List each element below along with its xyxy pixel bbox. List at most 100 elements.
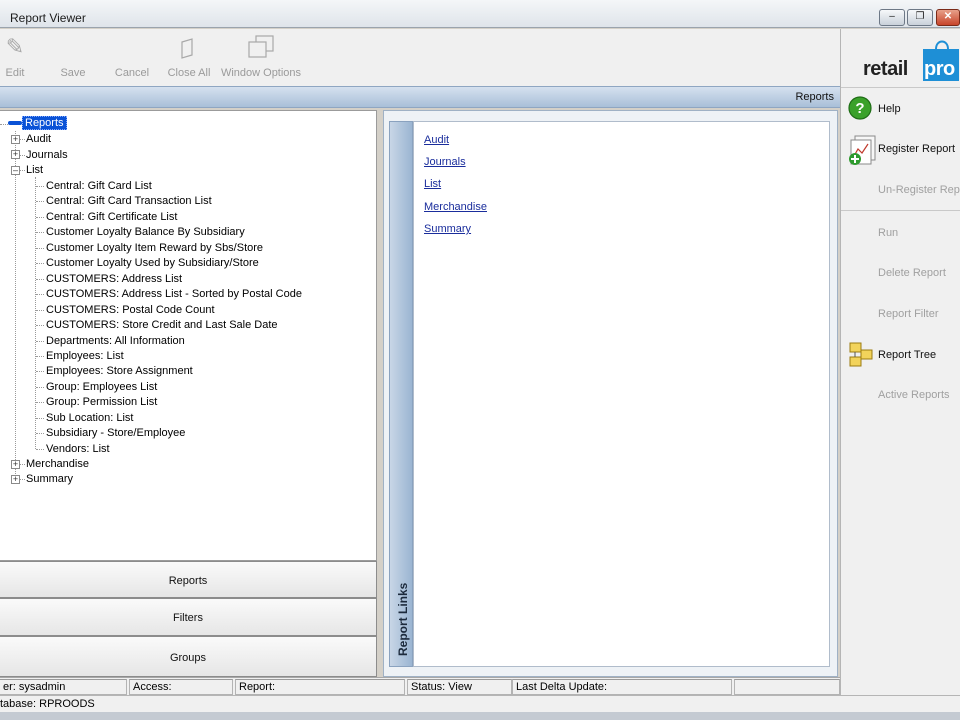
- collapse-icon[interactable]: –: [11, 166, 20, 175]
- tree-report-item[interactable]: Customer Loyalty Item Reward by Sbs/Stor…: [46, 242, 263, 255]
- register-report-icon: [849, 135, 876, 165]
- tree-node-merchandise[interactable]: Merchandise: [26, 458, 89, 471]
- tree-connector: [0, 124, 8, 125]
- link-audit[interactable]: Audit: [424, 134, 449, 146]
- active-reports-button[interactable]: Active Reports: [878, 389, 950, 401]
- minimize-button[interactable]: –: [879, 9, 905, 26]
- tree-node-summary[interactable]: Summary: [26, 473, 73, 486]
- window-options-label: Window Options: [220, 67, 302, 79]
- save-button[interactable]: Save: [53, 29, 93, 86]
- help-button[interactable]: Help: [878, 103, 901, 115]
- status-user: er: sysadmin: [0, 679, 127, 695]
- restore-icon: ❐: [915, 11, 925, 22]
- status-report: Report:: [235, 679, 405, 695]
- tree-connector: [36, 418, 44, 419]
- restore-button[interactable]: ❐: [907, 9, 933, 26]
- reports-nav-button[interactable]: Reports: [0, 561, 377, 598]
- tree-connector: [20, 170, 25, 171]
- report-links-title: Report Links: [396, 582, 410, 656]
- status-database: tabase: RPROODS: [0, 698, 95, 710]
- tree-report-item[interactable]: CUSTOMERS: Address List - Sorted by Post…: [46, 288, 302, 301]
- tree-connector: [36, 356, 44, 357]
- unregister-report-button[interactable]: Un-Register Repo: [878, 184, 960, 196]
- tree-connector: [36, 217, 44, 218]
- tree-connector: [36, 201, 44, 202]
- tree-connector: [36, 449, 44, 450]
- edit-icon: ✎: [5, 34, 25, 59]
- delete-report-button[interactable]: Delete Report: [878, 267, 946, 279]
- retailpro-logo: retail pro: [863, 35, 959, 85]
- tree-connector: [36, 341, 44, 342]
- close-all-label: Close All: [167, 67, 211, 79]
- tree-report-item[interactable]: Employees: Store Assignment: [46, 365, 193, 378]
- register-report-button[interactable]: Register Report: [878, 143, 955, 155]
- expand-icon[interactable]: +: [11, 460, 20, 469]
- tree-connector: [36, 402, 44, 403]
- tree-connector: [36, 433, 44, 434]
- tree-report-item[interactable]: Departments: All Information: [46, 335, 185, 348]
- actions-panel: retail pro ? Help Register Report Un-Reg…: [840, 29, 960, 695]
- tree-report-item[interactable]: CUSTOMERS: Postal Code Count: [46, 304, 215, 317]
- status-view: Status: View: [407, 679, 512, 695]
- reports-header-title: Reports: [795, 91, 834, 103]
- report-tree-panel[interactable]: Reports + Audit + Journals – List Centra…: [0, 110, 377, 561]
- edit-button[interactable]: ✎ Edit: [0, 29, 30, 86]
- cancel-label: Cancel: [114, 67, 150, 79]
- cancel-button[interactable]: Cancel: [110, 29, 154, 86]
- tree-node-audit[interactable]: Audit: [26, 133, 51, 146]
- status-access: Access:: [129, 679, 233, 695]
- tree-report-item[interactable]: Customer Loyalty Balance By Subsidiary: [46, 226, 245, 239]
- tree-node-journals[interactable]: Journals: [26, 149, 68, 162]
- link-list[interactable]: List: [424, 178, 441, 190]
- tree-connector: [36, 232, 44, 233]
- link-journals[interactable]: Journals: [424, 156, 466, 168]
- tree-report-item[interactable]: Subsidiary - Store/Employee: [46, 427, 185, 440]
- filters-nav-label: Filters: [173, 612, 203, 624]
- expand-icon[interactable]: +: [11, 135, 20, 144]
- toolbar: ✎ Edit Save Cancel Close All Window Opti…: [0, 29, 840, 86]
- report-links-list: Audit Journals List Merchandise Summary: [413, 121, 830, 667]
- groups-nav-button[interactable]: Groups: [0, 636, 377, 677]
- separator: [841, 210, 960, 211]
- tree-report-item[interactable]: Central: Gift Card Transaction List: [46, 195, 212, 208]
- tree-connector: [20, 139, 25, 140]
- minimize-icon: –: [889, 11, 895, 22]
- run-button[interactable]: Run: [878, 227, 898, 239]
- help-icon: ?: [848, 96, 872, 120]
- folder-icon: [8, 121, 22, 126]
- svg-text:?: ?: [855, 100, 864, 117]
- tree-report-item[interactable]: CUSTOMERS: Store Credit and Last Sale Da…: [46, 319, 278, 332]
- close-all-icon: [181, 38, 193, 59]
- edit-label: Edit: [5, 67, 25, 79]
- tree-node-list[interactable]: List: [26, 164, 43, 177]
- tree-report-item[interactable]: Central: Gift Card List: [46, 180, 152, 193]
- tree-report-item[interactable]: Vendors: List: [46, 443, 110, 456]
- separator: [841, 87, 960, 88]
- tree-root-node[interactable]: Reports: [8, 116, 67, 130]
- tree-report-item[interactable]: Customer Loyalty Used by Subsidiary/Stor…: [46, 257, 259, 270]
- expand-icon[interactable]: +: [11, 475, 20, 484]
- tree-report-item[interactable]: Group: Employees List: [46, 381, 157, 394]
- tree-report-item[interactable]: Group: Permission List: [46, 396, 157, 409]
- expand-icon[interactable]: +: [11, 150, 20, 159]
- tree-connector: [20, 155, 25, 156]
- filters-nav-button[interactable]: Filters: [0, 598, 377, 636]
- close-all-button[interactable]: Close All: [165, 29, 213, 86]
- tree-report-item[interactable]: Central: Gift Certificate List: [46, 211, 177, 224]
- link-merchandise[interactable]: Merchandise: [424, 201, 487, 213]
- tree-connector: [36, 325, 44, 326]
- close-button[interactable]: ✕: [936, 9, 960, 26]
- tree-report-item[interactable]: Employees: List: [46, 350, 124, 363]
- tree-connector: [36, 263, 44, 264]
- tree-connector: [36, 294, 44, 295]
- window-options-button[interactable]: Window Options: [220, 29, 302, 86]
- report-filter-button[interactable]: Report Filter: [878, 308, 939, 320]
- tree-report-item[interactable]: CUSTOMERS: Address List: [46, 273, 182, 286]
- link-summary[interactable]: Summary: [424, 223, 471, 235]
- groups-nav-label: Groups: [169, 652, 207, 664]
- logo-text-right: pro: [924, 58, 955, 80]
- tree-connector: [36, 279, 44, 280]
- report-tree-button[interactable]: Report Tree: [878, 349, 936, 361]
- status-bar: er: sysadmin Access: Report: Status: Vie…: [0, 677, 840, 695]
- tree-report-item[interactable]: Sub Location: List: [46, 412, 133, 425]
